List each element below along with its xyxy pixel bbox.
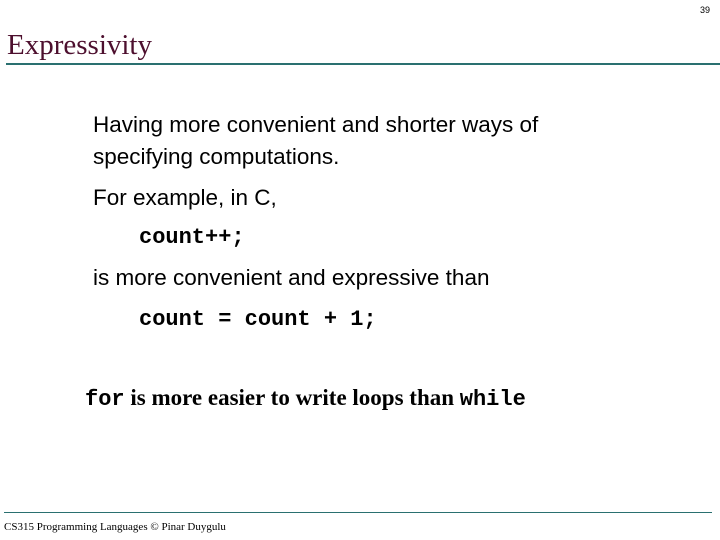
title-divider — [6, 63, 720, 65]
body-line-4: is more convenient and expressive than — [93, 265, 490, 290]
body-line-1: Having more convenient and shorter ways … — [93, 112, 539, 137]
code-example-assignment: count = count + 1; — [139, 307, 377, 332]
body-line-2: specifying computations. — [93, 144, 340, 169]
footer-text: CS315 Programming Languages © Pinar Duyg… — [4, 521, 226, 533]
loop-note: for is more easier to write loops than w… — [85, 385, 526, 412]
keyword-while: while — [459, 387, 526, 412]
page-number: 39 — [699, 5, 710, 15]
footer-divider — [4, 512, 712, 513]
slide-title: Expressivity — [7, 29, 152, 61]
note-text: is more easier to write loops than — [124, 385, 460, 410]
code-example-increment: count++; — [139, 225, 245, 250]
keyword-for: for — [85, 387, 125, 412]
body-line-3: For example, in C, — [93, 185, 277, 210]
